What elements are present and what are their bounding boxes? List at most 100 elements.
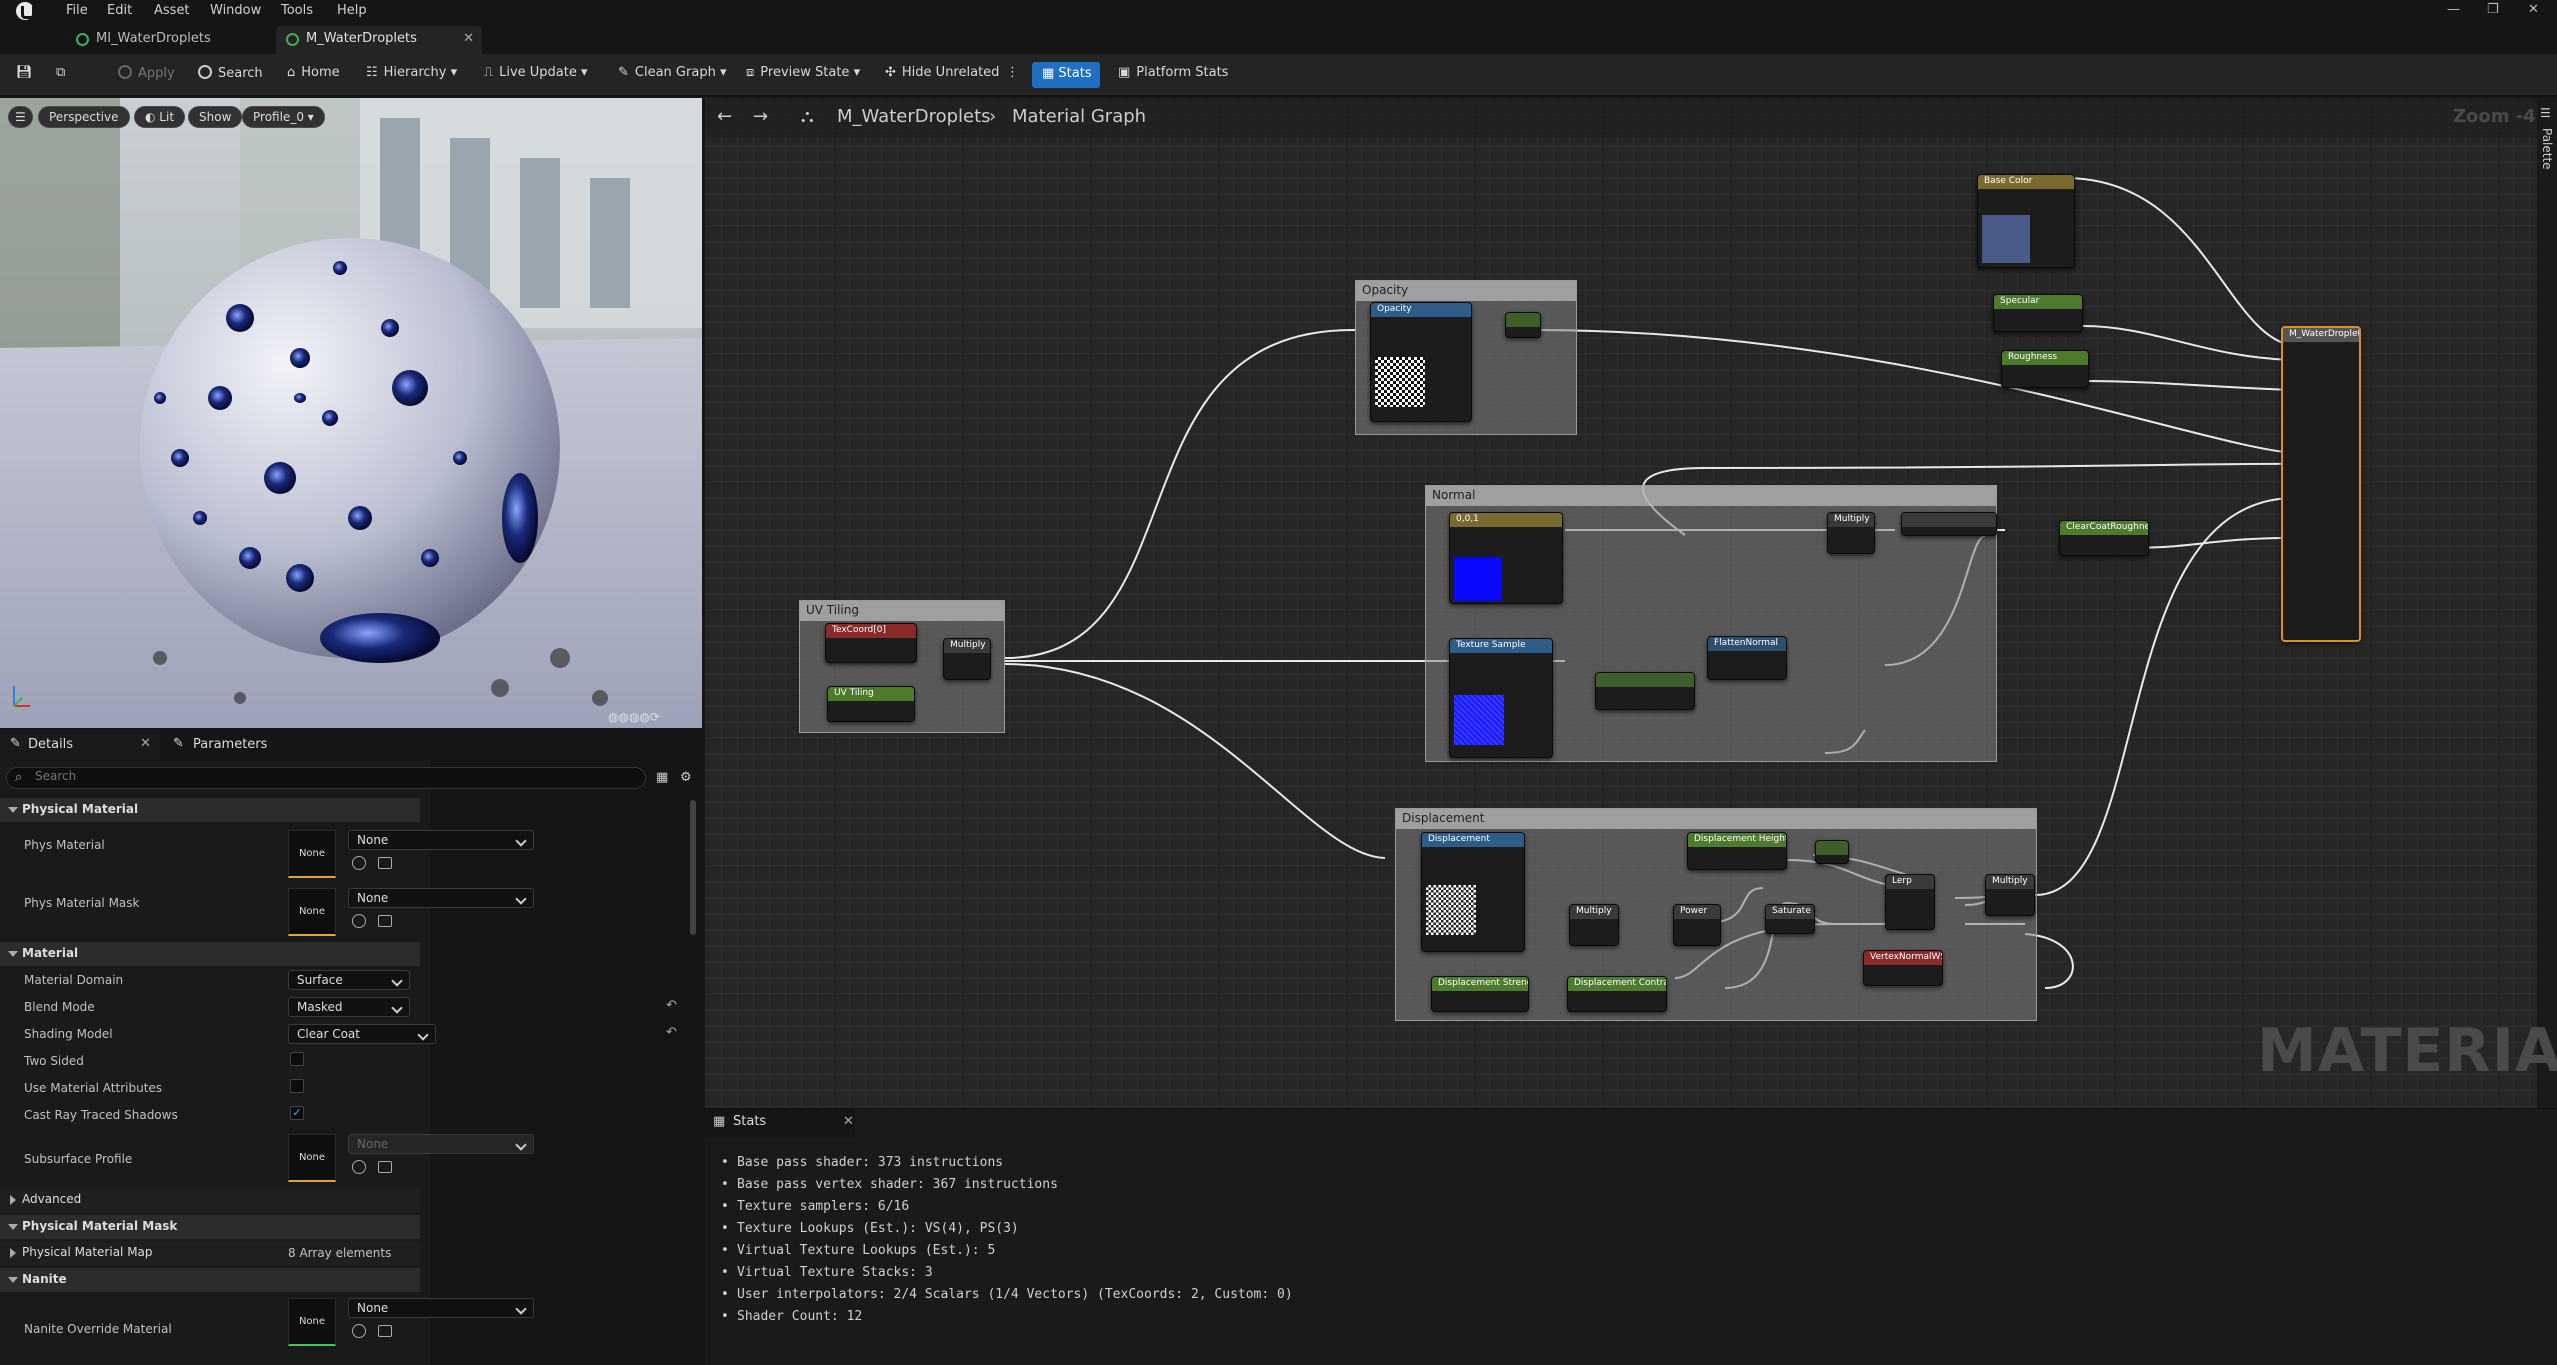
node-saturate[interactable]: Saturate <box>1765 904 1815 934</box>
subsurface-profile-thumbnail[interactable]: None <box>288 1134 336 1182</box>
node-opacity-multiply[interactable] <box>1505 312 1541 338</box>
menu-asset[interactable]: Asset <box>154 3 190 18</box>
use-selected-icon[interactable] <box>352 856 366 870</box>
node-disp-strength[interactable]: Displacement Strength <box>1431 976 1529 1012</box>
menu-edit[interactable]: Edit <box>107 3 132 18</box>
node-normal-multiply[interactable]: Multiply <box>1827 512 1875 554</box>
node-flatten-strength[interactable] <box>1595 672 1695 710</box>
node-power[interactable]: Power <box>1673 904 1721 946</box>
unreal-logo-icon[interactable] <box>16 2 35 20</box>
apply-button[interactable]: Apply <box>118 65 175 81</box>
tab-details[interactable]: ✎ Details ✕ <box>0 730 160 760</box>
restore-icon[interactable]: ❐ <box>2487 2 2499 17</box>
section-advanced[interactable]: Advanced <box>0 1188 420 1212</box>
node-disp-height[interactable]: Displacement Height <box>1687 832 1787 870</box>
preview-viewport[interactable]: ☰ Perspective ◐ Lit Show Profile_0 ▾ ◍◍◍… <box>0 98 702 728</box>
section-physical-material[interactable]: Physical Material <box>0 798 420 822</box>
cast-ray-traced-shadows-checkbox[interactable]: ✓ <box>290 1106 304 1120</box>
reset-to-default-icon[interactable]: ↶ <box>666 998 677 1013</box>
use-selected-icon[interactable] <box>352 914 366 928</box>
settings-gear-icon[interactable]: ⚙ <box>680 770 692 785</box>
node-texcoord[interactable]: TexCoord[0] <box>825 623 917 663</box>
details-search-input[interactable] <box>35 769 635 783</box>
nanite-override-thumbnail[interactable]: None <box>288 1298 336 1346</box>
node-roughness[interactable]: Roughness <box>2001 350 2089 388</box>
material-graph-canvas[interactable]: ← → ⛬ M_WaterDroplets › Material Graph Z… <box>705 98 2557 1108</box>
close-window-icon[interactable]: ✕ <box>2528 2 2539 17</box>
browse-asset-icon[interactable] <box>378 1161 392 1173</box>
stats-button[interactable]: ▦ Stats <box>1032 62 1100 88</box>
search-button[interactable]: Search <box>198 65 263 81</box>
node-final-multiply[interactable]: Multiply <box>1985 874 2035 916</box>
minimize-icon[interactable]: — <box>2447 2 2460 17</box>
section-nanite[interactable]: Nanite <box>0 1268 420 1292</box>
preview-state-button[interactable]: ⧈ Preview State ▾ <box>746 65 860 80</box>
browse-asset-icon[interactable] <box>378 1325 392 1337</box>
node-normal-constant[interactable]: 0,0,1 <box>1449 512 1563 604</box>
clean-graph-button[interactable]: ✎ Clean Graph ▾ <box>618 65 726 80</box>
tab-m-waterdroplets[interactable]: M_WaterDroplets ✕ <box>276 26 482 54</box>
tab-parameters[interactable]: ✎ Parameters <box>165 730 315 760</box>
perspective-button[interactable]: Perspective <box>38 106 130 128</box>
hierarchy-button[interactable]: ☷ Hierarchy ▾ <box>366 65 457 80</box>
reset-to-default-icon[interactable]: ↶ <box>666 1025 677 1040</box>
table-view-icon[interactable]: ▦ <box>656 770 668 785</box>
node-flatten-normal[interactable]: FlattenNormal <box>1707 636 1787 680</box>
node-lerp[interactable]: Lerp <box>1885 874 1935 930</box>
tab-mi-waterdroplets[interactable]: MI_WaterDroplets <box>66 26 266 54</box>
close-details-icon[interactable]: ✕ <box>140 736 151 751</box>
close-tab-icon[interactable]: ✕ <box>463 31 474 46</box>
use-selected-icon[interactable] <box>352 1324 366 1338</box>
browse-asset-icon[interactable] <box>378 915 392 927</box>
node-displacement-texture[interactable]: Displacement <box>1421 832 1525 952</box>
phys-material-combo[interactable]: None <box>348 830 534 850</box>
node-disp-contrast[interactable]: Displacement Contrast <box>1567 976 1667 1012</box>
nanite-override-combo[interactable]: None <box>348 1298 534 1318</box>
menu-tools[interactable]: Tools <box>281 3 313 18</box>
phys-material-mask-combo[interactable]: None <box>348 888 534 908</box>
live-update-button[interactable]: ⎍ Live Update ▾ <box>484 65 588 80</box>
node-specular[interactable]: Specular <box>1993 294 2083 332</box>
phys-material-thumbnail[interactable]: None <box>288 830 336 878</box>
node-texture-sample[interactable]: Texture Sample <box>1449 638 1553 758</box>
node-material-result[interactable]: M_WaterDroplets <box>2281 326 2361 642</box>
phys-material-mask-thumbnail[interactable]: None <box>288 888 336 936</box>
menu-help[interactable]: Help <box>337 3 367 18</box>
close-stats-icon[interactable]: ✕ <box>843 1114 854 1129</box>
blend-mode-combo[interactable]: Masked <box>288 997 410 1017</box>
menu-file[interactable]: File <box>66 3 88 18</box>
home-button[interactable]: ⌂ Home <box>287 65 340 80</box>
node-uv-tiling-param[interactable]: UV Tiling <box>827 686 915 722</box>
shading-model-combo[interactable]: Clear Coat <box>288 1024 436 1044</box>
section-material[interactable]: Material <box>0 942 420 966</box>
browse-asset-icon[interactable] <box>378 857 392 869</box>
node-opacity-texture[interactable]: Opacity <box>1370 302 1472 422</box>
save-icon[interactable]: 💾︎ <box>16 65 33 80</box>
details-scrollbar[interactable] <box>690 800 696 935</box>
details-search[interactable]: ⌕ <box>6 767 646 789</box>
node-disp-multiply[interactable]: Multiply <box>1569 904 1619 946</box>
node-normalize[interactable] <box>1901 512 1997 536</box>
viewport-menu-icon[interactable]: ☰ <box>8 106 33 128</box>
two-sided-checkbox[interactable] <box>290 1052 304 1066</box>
platform-stats-button[interactable]: ▣ Platform Stats <box>1118 65 1228 80</box>
section-physical-material-mask[interactable]: Physical Material Mask <box>0 1215 420 1239</box>
hide-unrelated-button[interactable]: ✣ Hide Unrelated <box>885 65 999 80</box>
node-uv-multiply[interactable]: Multiply <box>943 638 991 680</box>
browse-icon[interactable]: ⧉ <box>56 65 65 80</box>
node-clearcoat-roughness[interactable]: ClearCoatRoughness <box>2059 520 2149 556</box>
material-domain-combo[interactable]: Surface <box>288 970 410 990</box>
show-button[interactable]: Show <box>188 106 243 128</box>
use-material-attributes-checkbox[interactable] <box>290 1079 304 1093</box>
node-vertex-normal[interactable]: VertexNormalWS <box>1863 950 1943 986</box>
profile-button[interactable]: Profile_0 ▾ <box>242 106 325 128</box>
node-disp-constant[interactable] <box>1815 840 1849 864</box>
preview-mesh-icons[interactable]: ◍◍◍◍⟳ <box>608 710 660 724</box>
lit-button[interactable]: ◐ Lit <box>134 106 186 128</box>
stats-tab[interactable]: ▦ Stats ✕ <box>705 1109 855 1137</box>
subsurface-profile-combo[interactable]: None <box>348 1134 534 1154</box>
menu-window[interactable]: Window <box>210 3 261 18</box>
more-options-icon[interactable]: ⋮ <box>1006 65 1019 80</box>
use-selected-icon[interactable] <box>352 1160 366 1174</box>
node-base-color[interactable]: Base Color <box>1977 174 2075 268</box>
